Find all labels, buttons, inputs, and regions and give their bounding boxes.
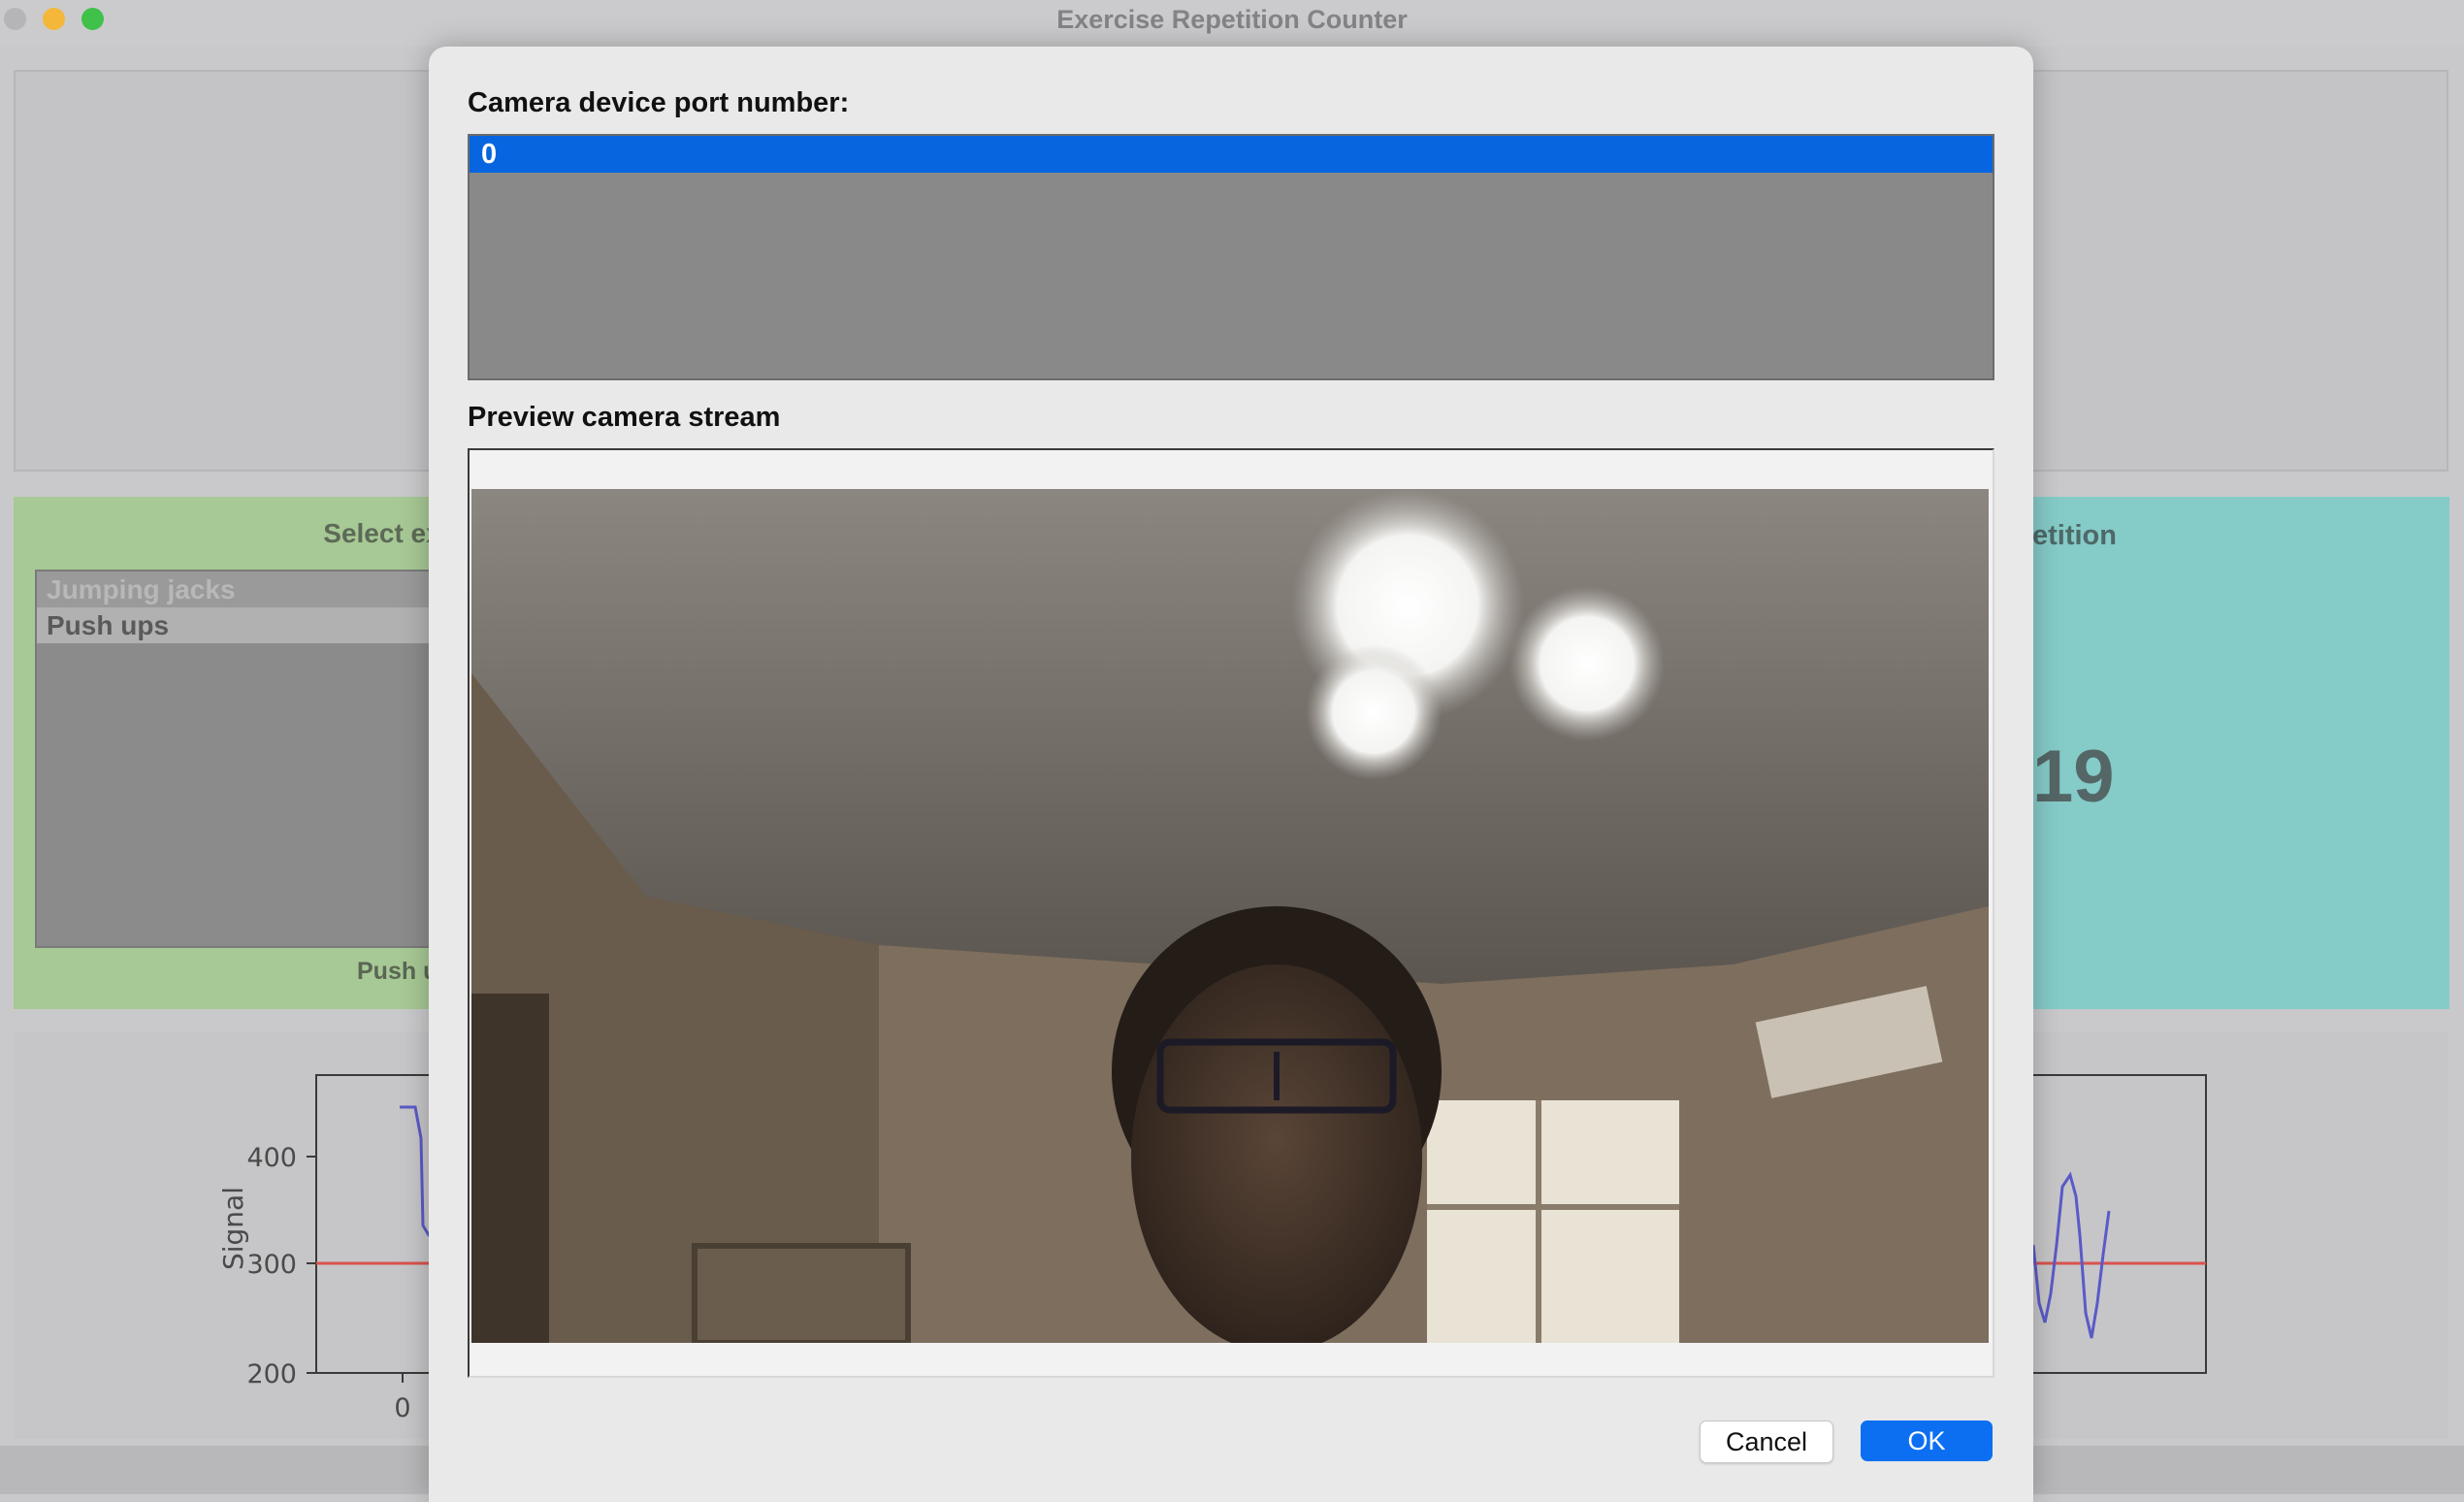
selected-exercise-text: Push u (357, 958, 438, 985)
ok-button[interactable]: OK (1861, 1420, 1993, 1461)
cancel-button[interactable]: Cancel (1700, 1420, 1833, 1463)
repetition-label: etition (2032, 520, 2117, 551)
preview-label: Preview camera stream (468, 402, 781, 433)
exercise-item-push-ups[interactable]: Push ups (37, 607, 460, 643)
camera-preview-image (471, 489, 1989, 1343)
camera-dialog: Camera device port number: 0 Preview cam… (429, 47, 2033, 1502)
xtick-label-0: 0 (394, 1393, 410, 1423)
window-title: Exercise Repetition Counter (1056, 5, 1408, 34)
preview-frame (468, 448, 1994, 1378)
ytick-label-200: 200 (246, 1359, 297, 1389)
repetition-panel: etition 19 (2032, 497, 2449, 1009)
title-bar: Exercise Repetition Counter (0, 0, 2464, 47)
port-number-label: Camera device port number: (468, 87, 850, 118)
plot-ylabel: Signal (217, 1187, 249, 1270)
repetition-count: 19 (2032, 735, 2115, 818)
plot-axes-right (2011, 1074, 2207, 1374)
port-list[interactable]: 0 (468, 134, 1994, 380)
ytick-label-300: 300 (246, 1250, 297, 1280)
exercise-list[interactable]: Jumping jacks Push ups (35, 570, 462, 948)
ytick-label-400: 400 (246, 1143, 297, 1173)
exercise-select-panel: Select ex Jumping jacks Push ups Push u (14, 497, 462, 1009)
port-item-0[interactable]: 0 (470, 136, 1993, 173)
exercise-item-jumping-jacks[interactable]: Jumping jacks (37, 571, 460, 607)
